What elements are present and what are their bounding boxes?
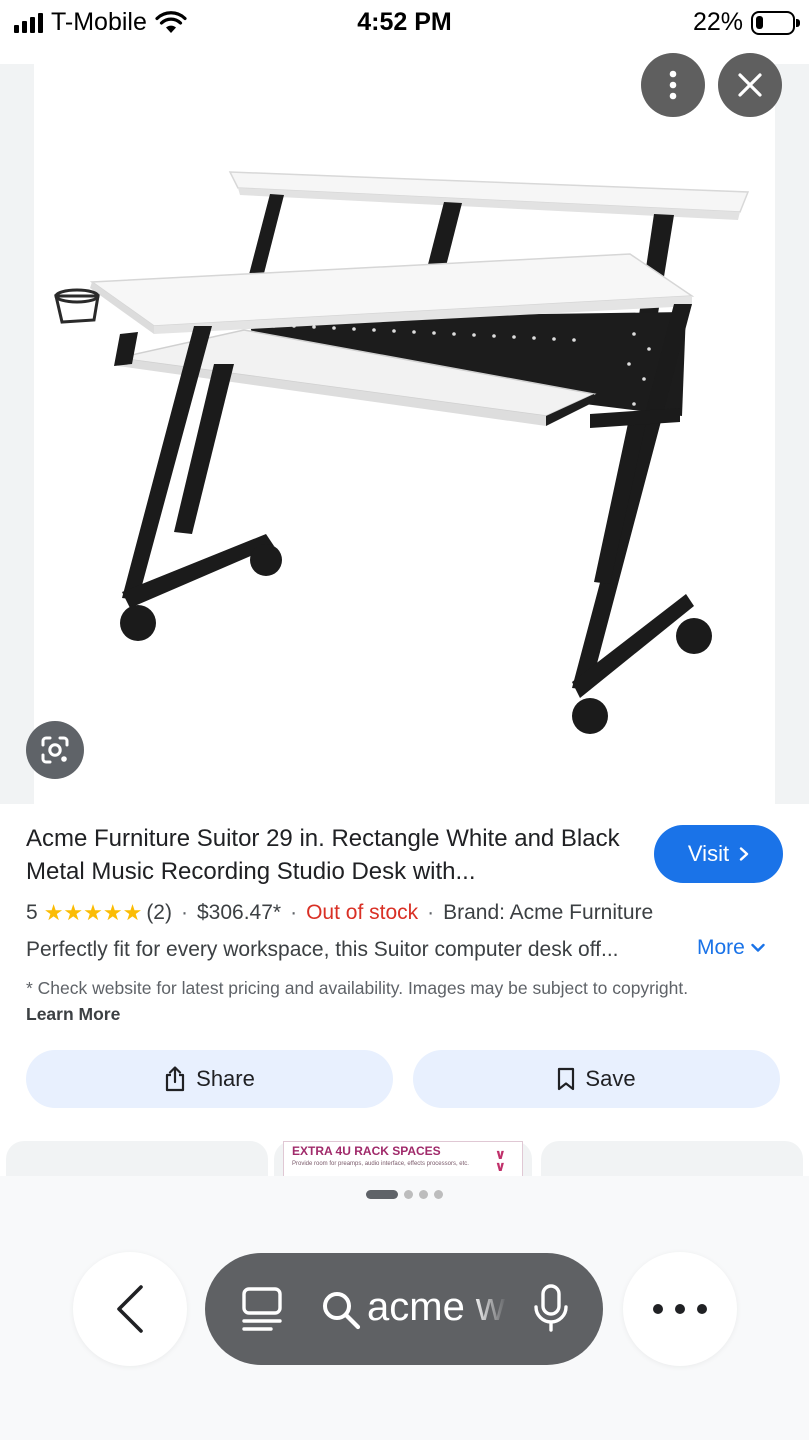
product-title[interactable]: Acme Furniture Suitor 29 in. Rectangle W… bbox=[26, 822, 636, 888]
search-icon bbox=[323, 1292, 361, 1330]
product-description: Perfectly fit for every workspace, this … bbox=[26, 938, 619, 961]
page-dot bbox=[434, 1190, 443, 1199]
bookmark-icon bbox=[558, 1067, 575, 1091]
page-dot bbox=[404, 1190, 413, 1199]
separator: · bbox=[427, 901, 435, 924]
more-label: More bbox=[697, 936, 745, 959]
chevron-down-icon bbox=[751, 943, 765, 952]
share-label: Share bbox=[196, 1066, 255, 1091]
rating-value: 5 bbox=[26, 901, 38, 924]
search-bar[interactable]: acme w bbox=[205, 1253, 603, 1365]
stock-status: Out of stock bbox=[306, 901, 419, 924]
more-button[interactable]: More bbox=[697, 936, 765, 960]
status-bar: T-Mobile 4:52 PM 22% bbox=[0, 0, 809, 46]
lens-icon bbox=[41, 736, 69, 764]
related-card-image[interactable]: EXTRA 4U RACK SPACES Provide room for pr… bbox=[283, 1141, 523, 1181]
separator: · bbox=[290, 901, 298, 924]
more-options-menu-button[interactable] bbox=[623, 1252, 737, 1366]
battery-fill bbox=[756, 15, 763, 29]
page-dot-active bbox=[366, 1190, 398, 1199]
back-icon bbox=[117, 1285, 143, 1333]
share-button[interactable]: Share bbox=[26, 1050, 393, 1108]
product-image[interactable] bbox=[34, 64, 775, 804]
save-label: Save bbox=[585, 1066, 636, 1091]
star-rating-icon: ★★★★★ bbox=[43, 900, 143, 925]
ad-title: EXTRA 4U RACK SPACES bbox=[292, 1144, 441, 1158]
google-shopping-screen: T-Mobile 4:52 PM 22% Acme Furniture Suit… bbox=[0, 0, 809, 1440]
visit-button[interactable]: Visit bbox=[654, 825, 783, 883]
more-vert-icon bbox=[669, 70, 677, 100]
disclaimer-text: * Check website for latest pricing and a… bbox=[26, 978, 689, 998]
battery-icon bbox=[751, 10, 800, 35]
image-viewer[interactable] bbox=[0, 53, 809, 804]
more-horiz-icon bbox=[653, 1304, 707, 1314]
save-button[interactable]: Save bbox=[413, 1050, 780, 1108]
bottom-toolbar: acme w bbox=[0, 1176, 809, 1440]
page-indicator bbox=[0, 1190, 809, 1199]
mic-icon[interactable] bbox=[533, 1283, 569, 1333]
learn-more-link[interactable]: Learn More bbox=[26, 1004, 120, 1024]
product-meta-row: 5 ★★★★★ (2) · $306.47* · Out of stock · … bbox=[26, 900, 653, 926]
related-card[interactable] bbox=[6, 1141, 268, 1181]
brand-label: Brand: Acme Furniture bbox=[443, 901, 654, 924]
review-count[interactable]: (2) bbox=[146, 901, 172, 925]
google-lens-button[interactable] bbox=[26, 721, 84, 779]
pricing-disclaimer: * Check website for latest pricing and a… bbox=[26, 975, 716, 1027]
chevron-double-down-icon: ∨ ∨ bbox=[494, 1146, 506, 1174]
separator: · bbox=[180, 901, 188, 924]
close-icon bbox=[738, 73, 762, 97]
chevron-right-icon bbox=[739, 847, 749, 861]
ad-text: Provide room for preamps, audio interfac… bbox=[292, 1161, 469, 1167]
tabs-icon[interactable] bbox=[241, 1286, 283, 1332]
more-options-button[interactable] bbox=[641, 53, 705, 117]
battery-percent: 22% bbox=[692, 8, 743, 36]
share-icon bbox=[166, 1066, 185, 1092]
price: $306.47* bbox=[196, 901, 282, 924]
close-button[interactable] bbox=[718, 53, 782, 117]
page-dot bbox=[419, 1190, 428, 1199]
back-button[interactable] bbox=[73, 1252, 187, 1366]
status-right: 22% bbox=[692, 8, 800, 37]
status-time: 4:52 PM bbox=[357, 8, 452, 36]
battery-tip bbox=[796, 18, 800, 27]
product-image-frame bbox=[34, 64, 775, 804]
related-card[interactable] bbox=[541, 1141, 803, 1181]
visit-label: Visit bbox=[687, 841, 730, 866]
search-query[interactable]: acme w bbox=[367, 1285, 507, 1330]
